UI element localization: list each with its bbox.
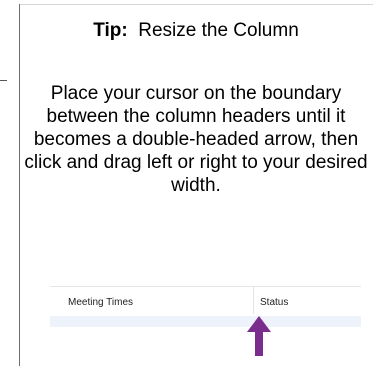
- tip-body: Place your cursor on the boundary betwee…: [24, 83, 368, 196]
- tip-label: Tip:: [93, 20, 128, 41]
- column-header-meeting-times[interactable]: Meeting Times: [68, 297, 133, 308]
- column-header-status[interactable]: Status: [260, 297, 288, 308]
- tip-title-text: Resize the Column: [138, 20, 299, 41]
- tip-title: Tip: Resize the Column: [19, 20, 373, 42]
- tip-page: Tip: Resize the Column Place your cursor…: [0, 0, 389, 370]
- header-row-background: [50, 316, 361, 327]
- up-arrow-icon: [247, 316, 271, 356]
- column-header-demo: Meeting Times Status: [50, 286, 361, 328]
- column-resize-boundary[interactable]: [253, 286, 254, 314]
- left-edge: [0, 0, 14, 370]
- header-top-border: [50, 286, 361, 287]
- edge-mark: [0, 80, 7, 81]
